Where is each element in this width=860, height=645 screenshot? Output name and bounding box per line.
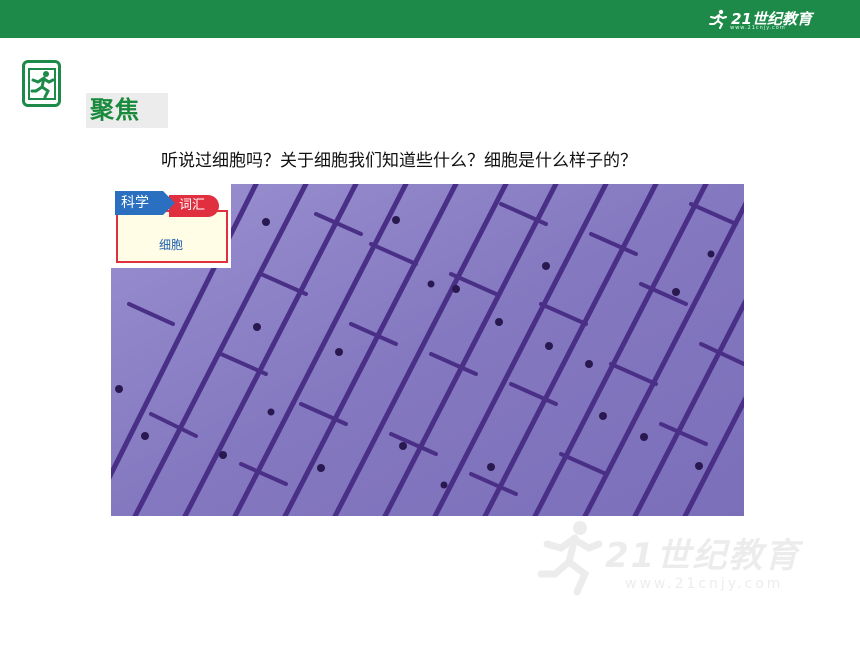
vocabulary-tag: 词汇 bbox=[169, 195, 219, 217]
question-text: 听说过细胞吗？关于细胞我们知道些什么？细胞是什么样子的？ bbox=[161, 151, 637, 171]
brand-logo[interactable]: 21世纪教育 www.21cnjy.com bbox=[708, 6, 812, 32]
watermark-brand: 21世纪教育 bbox=[605, 536, 801, 576]
top-bar: 21世纪教育 www.21cnjy.com bbox=[0, 0, 860, 38]
vocabulary-card: 词汇 科学 细胞 bbox=[111, 184, 231, 268]
focus-running-icon bbox=[22, 60, 61, 107]
brand-url: www.21cnjy.com bbox=[730, 25, 786, 31]
running-figure-icon bbox=[27, 67, 56, 100]
focus-section-label: 聚焦 bbox=[86, 93, 168, 128]
science-tag: 科学 bbox=[115, 191, 175, 215]
vocabulary-term[interactable]: 细胞 bbox=[111, 236, 231, 253]
watermark-runner-icon bbox=[537, 521, 603, 596]
watermark-url: www.21cnjy.com bbox=[625, 576, 784, 592]
watermark: 21世纪教育 www.21cnjy.com bbox=[535, 518, 825, 598]
runner-icon bbox=[709, 9, 728, 29]
